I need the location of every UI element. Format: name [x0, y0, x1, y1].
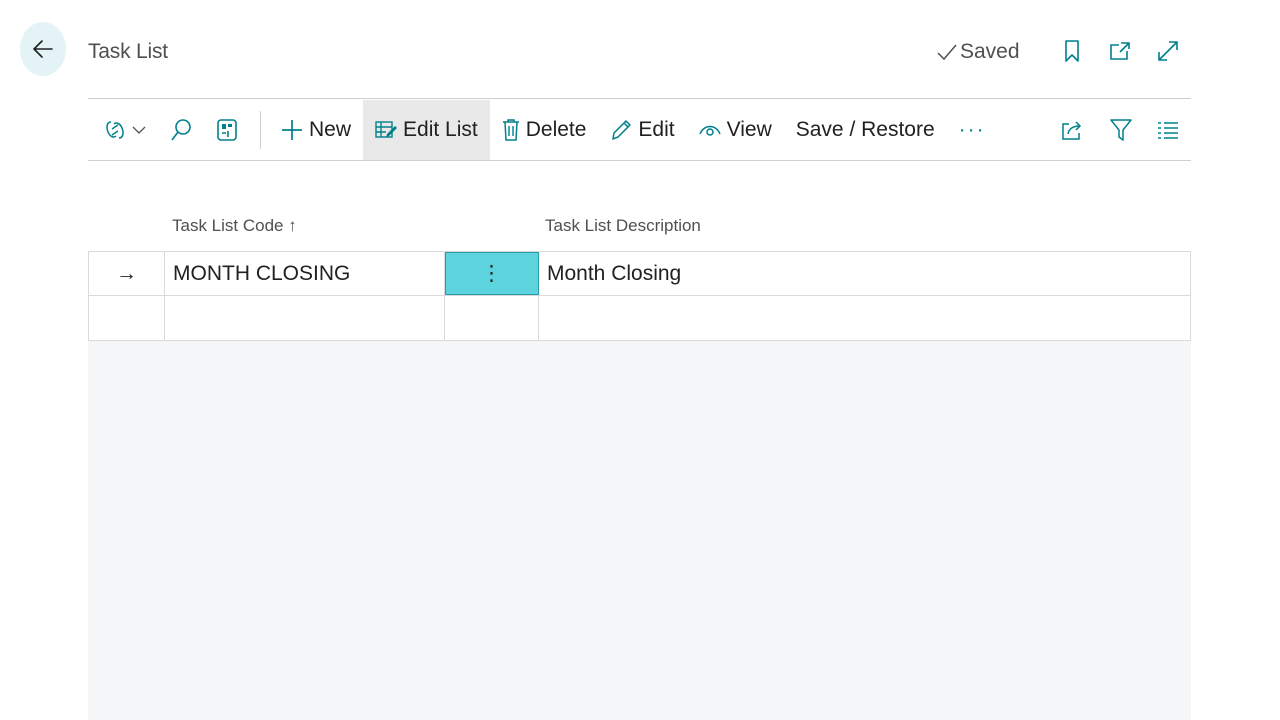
back-button[interactable] — [20, 22, 66, 76]
header-divider — [88, 98, 1191, 99]
copilot-menu-button[interactable] — [88, 100, 158, 160]
page-title: Task List — [88, 40, 168, 63]
saved-status: Saved — [936, 40, 1020, 64]
arrow-left-icon — [33, 40, 53, 58]
list-view-button[interactable] — [1145, 100, 1191, 160]
save-restore-button[interactable]: Save / Restore — [784, 100, 947, 160]
view-button[interactable]: View — [687, 100, 784, 160]
column-header-code-label: Task List Code — [172, 216, 284, 235]
task-list-code-cell[interactable]: MONTH CLOSING — [165, 252, 445, 295]
expand-button[interactable] — [1154, 36, 1182, 66]
open-new-window-icon — [1110, 42, 1130, 60]
analysis-icon — [217, 119, 237, 141]
share-icon — [1062, 121, 1082, 140]
expand-icon — [1158, 41, 1178, 61]
new-button[interactable]: New — [269, 100, 363, 160]
search-button[interactable] — [158, 100, 204, 160]
eye-icon — [698, 125, 721, 136]
toolbar-divider — [260, 111, 261, 149]
delete-button[interactable]: Delete — [490, 100, 599, 160]
save-restore-label: Save / Restore — [795, 118, 935, 141]
more-actions-label: ··· — [958, 118, 986, 141]
checkmark-icon — [937, 44, 957, 61]
edit-list-icon — [375, 121, 398, 138]
plus-icon — [282, 120, 302, 140]
filter-button[interactable] — [1097, 100, 1145, 160]
task-list-description-cell[interactable]: Month Closing — [539, 252, 1190, 295]
open-new-window-button[interactable] — [1106, 36, 1134, 66]
row-selector-arrow[interactable]: → — [89, 252, 165, 295]
edit-list-label: Edit List — [403, 118, 478, 141]
task-list-grid: → MONTH CLOSING ⋮ Month Closing — [88, 251, 1191, 341]
list-icon — [1158, 122, 1178, 139]
view-label: View — [726, 118, 772, 141]
pencil-icon — [612, 120, 632, 140]
saved-label: Saved — [960, 40, 1020, 63]
share-button[interactable] — [1047, 100, 1097, 160]
bookmark-icon — [1065, 40, 1079, 62]
edit-label: Edit — [638, 118, 675, 141]
row-menu-button[interactable]: ⋮ — [445, 252, 539, 295]
trash-icon — [502, 119, 519, 141]
copilot-icon — [106, 121, 124, 139]
column-header-description[interactable]: Task List Description — [545, 216, 701, 236]
edit-button[interactable]: Edit — [598, 100, 686, 160]
analysis-mode-button[interactable] — [204, 100, 250, 160]
action-toolbar: New Edit List Delete Edit View Save / Re… — [88, 100, 1191, 160]
table-row[interactable] — [88, 296, 1191, 341]
bookmark-button[interactable] — [1058, 36, 1086, 66]
more-actions-button[interactable]: ··· — [947, 100, 998, 160]
search-icon — [171, 119, 191, 141]
toolbar-divider-bottom — [88, 160, 1191, 161]
chevron-down-icon — [132, 126, 146, 134]
filter-icon — [1110, 119, 1132, 141]
new-label: New — [309, 118, 352, 141]
row-menu-cell[interactable] — [445, 296, 539, 340]
table-row[interactable]: → MONTH CLOSING ⋮ Month Closing — [88, 251, 1191, 296]
column-header-code[interactable]: Task List Code ↑ — [172, 216, 297, 236]
row-selector[interactable] — [89, 296, 165, 340]
delete-label: Delete — [525, 118, 587, 141]
edit-list-button[interactable]: Edit List — [363, 100, 490, 160]
task-list-description-cell[interactable] — [539, 296, 1190, 340]
task-list-code-cell[interactable] — [165, 296, 445, 340]
sort-ascending-icon: ↑ — [288, 216, 297, 235]
